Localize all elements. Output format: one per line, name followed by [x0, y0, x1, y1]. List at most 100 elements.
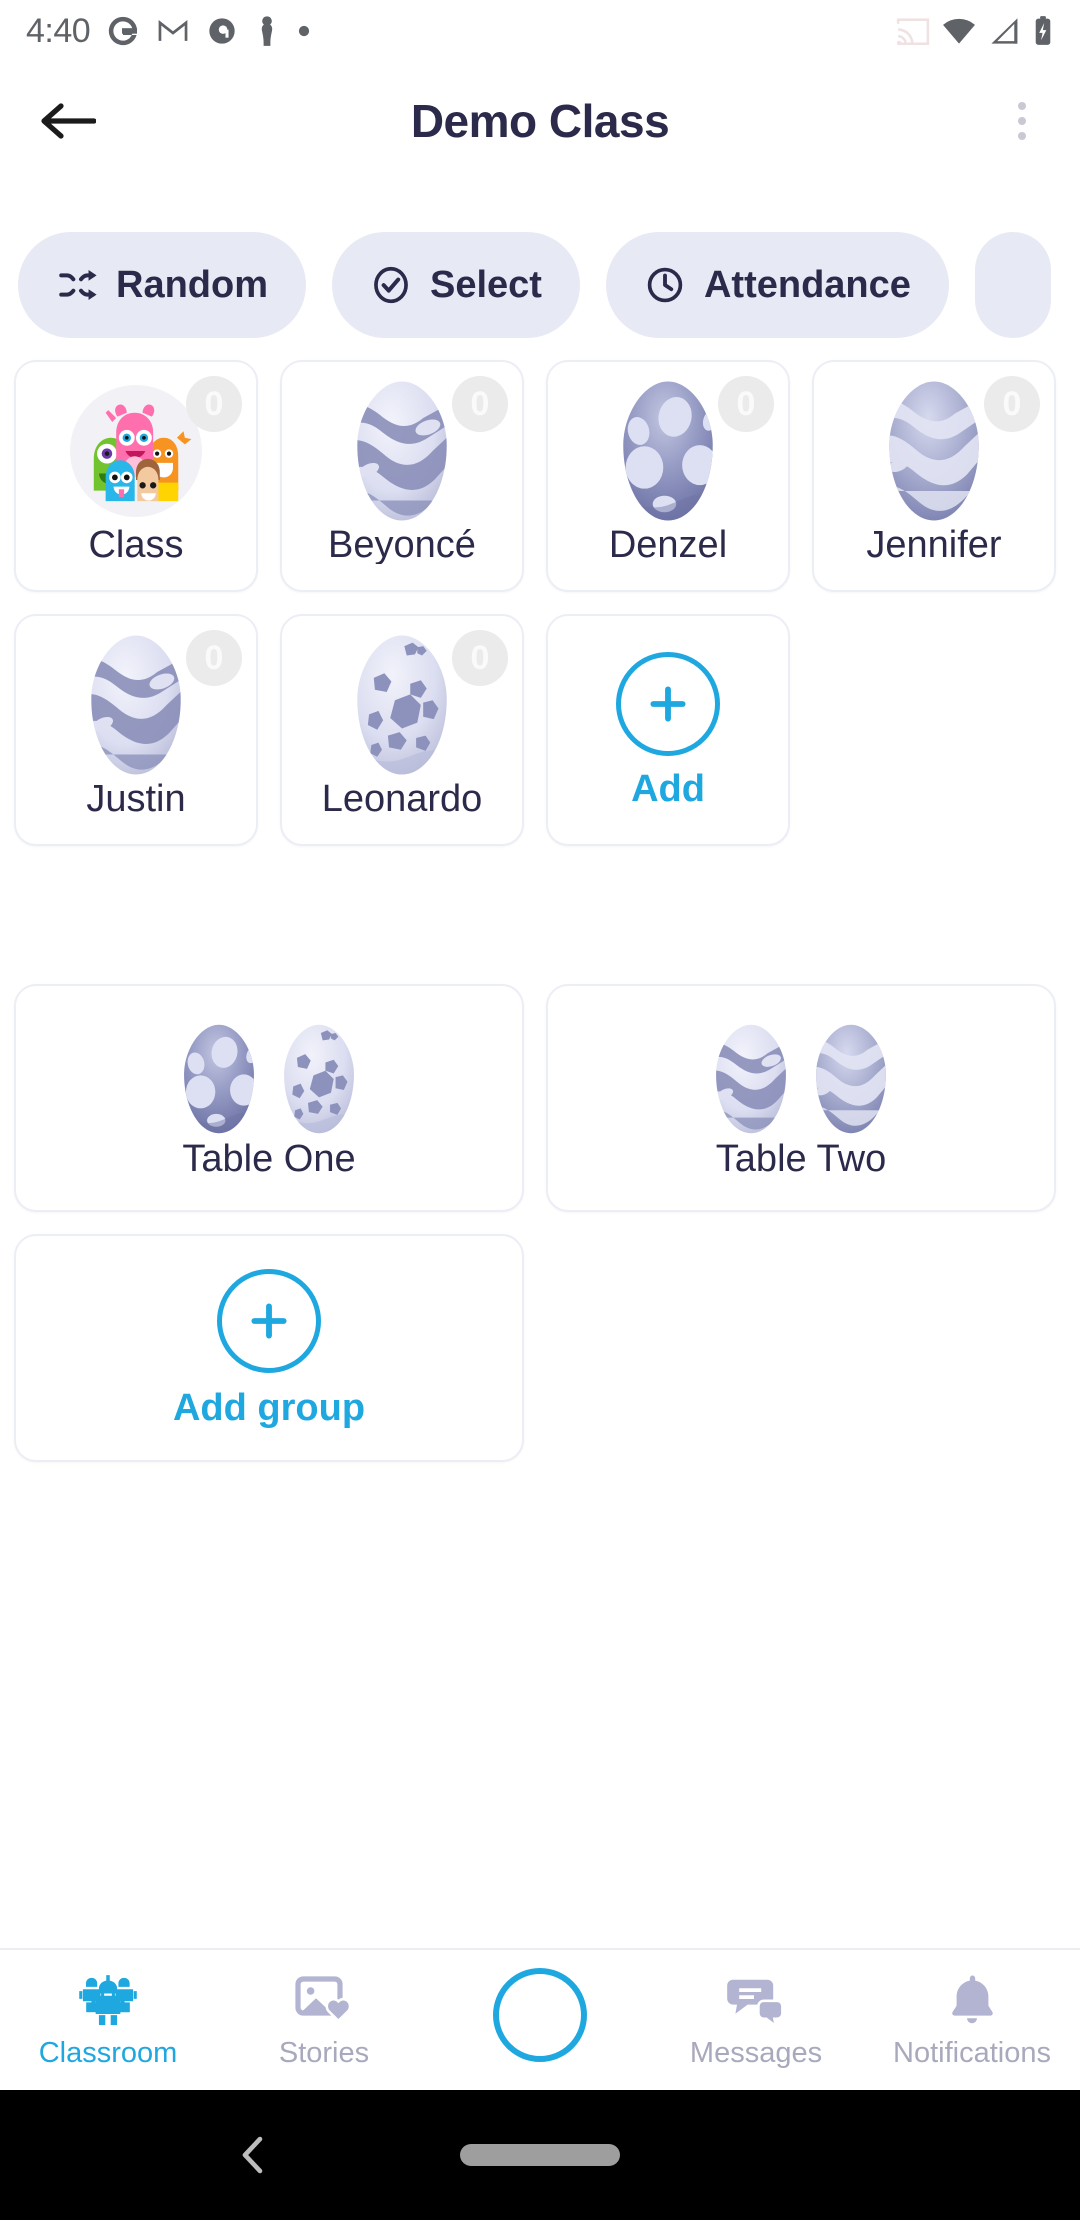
- chat-bubbles-icon: [727, 1979, 784, 2029]
- back-arrow-icon: [41, 103, 96, 139]
- add-group-label: Add group: [172, 1387, 366, 1429]
- home-pill[interactable]: [460, 2144, 620, 2166]
- avatar: [868, 376, 1000, 526]
- cast-icon: [896, 18, 930, 46]
- egg-polygon-light-avatar: [357, 635, 447, 775]
- student-card-denzel[interactable]: 0 Denzel: [546, 360, 790, 592]
- student-card-class[interactable]: 0 Class: [14, 360, 258, 592]
- points-badge: 0: [718, 376, 774, 432]
- nav-label: Notifications: [893, 2036, 1051, 2069]
- add-student-label: Add: [631, 770, 705, 808]
- page-title: Demo Class: [410, 95, 670, 147]
- avatar: [70, 630, 202, 780]
- student-card-justin[interactable]: 0 Justin: [14, 614, 258, 846]
- student-grid: 0 Class 0 Beyoncé 0 Denzel 0 Jennifer 0 …: [0, 360, 1080, 846]
- chip-random[interactable]: Random: [18, 232, 306, 338]
- status-bar-clock: 4:40: [26, 11, 91, 50]
- nav-item-stories[interactable]: Stories: [216, 1949, 432, 2091]
- nav-item-notifications[interactable]: Notifications: [864, 1949, 1080, 2091]
- egg-spots-dark-avatar: [184, 1024, 254, 1134]
- chevron-back-icon[interactable]: [238, 2133, 268, 2177]
- photo-heart-icon: [295, 1975, 352, 2023]
- student-card-beyonce[interactable]: 0 Beyoncé: [280, 360, 524, 592]
- egg-wave-light-avatar: [357, 381, 447, 521]
- nav-item-classroom[interactable]: Classroom: [0, 1949, 216, 2091]
- clock-icon: [647, 267, 683, 303]
- student-card-leonardo[interactable]: 0 Leonardo: [280, 614, 524, 846]
- avatar: [70, 376, 202, 526]
- classroom-kids-icon: [79, 1974, 137, 2025]
- points-badge: 0: [984, 376, 1040, 432]
- group-card-table-one[interactable]: Table One: [14, 984, 524, 1212]
- overflow-menu-button[interactable]: [1004, 88, 1040, 154]
- check-circle-icon: [374, 266, 408, 304]
- nav-label: Classroom: [38, 2036, 178, 2069]
- group-name: Table One: [182, 1138, 356, 1180]
- student-name: Class: [88, 526, 184, 564]
- group-avatars: [705, 1018, 897, 1136]
- kebab-dot: [1018, 102, 1026, 110]
- bell-icon: [952, 1974, 993, 2023]
- group-grid: Table One Table Two Add group: [0, 984, 1080, 1462]
- egg-polygon-light-avatar: [284, 1024, 354, 1134]
- action-chip-row[interactable]: Random Select Attendance: [0, 232, 1080, 338]
- status-bar-left: 4:40: [26, 12, 312, 51]
- group-card-table-two[interactable]: Table Two: [546, 984, 1056, 1212]
- bottom-navigation: Classroom Stories Messages Notifications: [0, 1948, 1080, 2090]
- chip-attendance[interactable]: Attendance: [605, 232, 949, 338]
- egg-spots-dark-avatar: [623, 381, 713, 521]
- student-name: Leonardo: [321, 780, 483, 818]
- class-monsters-avatar: [70, 385, 202, 517]
- nav-label: Messages: [689, 2036, 823, 2069]
- student-name: Beyoncé: [328, 526, 476, 564]
- plus-circle-icon: [616, 652, 720, 756]
- egg-wave-light-avatar: [91, 635, 181, 775]
- plus-icon: [650, 686, 686, 722]
- kebab-dot: [1018, 132, 1026, 140]
- avatar: [336, 376, 468, 526]
- chip-next-partial[interactable]: [974, 232, 1051, 338]
- plus-circle-icon: [217, 1269, 321, 1373]
- back-button[interactable]: [18, 99, 118, 143]
- battery-charging-icon: [1035, 16, 1051, 45]
- chip-select[interactable]: Select: [332, 232, 580, 338]
- android-navigation-bar: [0, 2090, 1080, 2220]
- status-bar: 4:40: [0, 0, 1080, 62]
- student-name: Jennifer: [866, 526, 1002, 564]
- app-bar: Demo Class: [0, 62, 1080, 180]
- egg-wave-dark-avatar: [816, 1024, 886, 1134]
- status-bar-right: [896, 15, 1054, 47]
- points-badge: 0: [186, 376, 242, 432]
- plus-icon: [251, 1303, 287, 1339]
- add-group-card[interactable]: Add group: [14, 1234, 524, 1462]
- shuffle-icon: [59, 269, 97, 301]
- nav-label: Stories: [278, 2036, 370, 2069]
- points-badge: 0: [452, 376, 508, 432]
- wifi-icon: [943, 18, 975, 44]
- kebab-dot: [1018, 117, 1026, 125]
- egg-wave-light-avatar: [716, 1024, 786, 1134]
- signal-icon: [991, 18, 1018, 44]
- points-badge: 0: [452, 630, 508, 686]
- google-icon: [109, 16, 138, 46]
- student-name: Justin: [86, 780, 186, 818]
- dot-icon: [299, 25, 310, 37]
- avatar: [336, 630, 468, 780]
- camera-circle-icon: [493, 1968, 587, 2062]
- podcast-icon: [209, 18, 235, 44]
- gmail-icon: [158, 20, 188, 41]
- student-name: Denzel: [608, 526, 728, 564]
- add-student-card[interactable]: Add: [546, 614, 790, 846]
- group-name: Table Two: [715, 1138, 887, 1180]
- group-avatars: [173, 1018, 365, 1136]
- chip-label: Select: [430, 263, 542, 306]
- chip-label: Random: [116, 263, 268, 306]
- chess-pawn-icon: [261, 16, 273, 46]
- student-card-jennifer[interactable]: 0 Jennifer: [812, 360, 1056, 592]
- chip-label: Attendance: [703, 263, 911, 306]
- app-screen: 4:40 Demo Class Random Select Attendance…: [0, 0, 1080, 2220]
- nav-item-messages[interactable]: Messages: [648, 1949, 864, 2091]
- points-badge: 0: [186, 630, 242, 686]
- nav-item-camera[interactable]: [432, 1949, 648, 2091]
- egg-wave-mid-avatar: [889, 381, 979, 521]
